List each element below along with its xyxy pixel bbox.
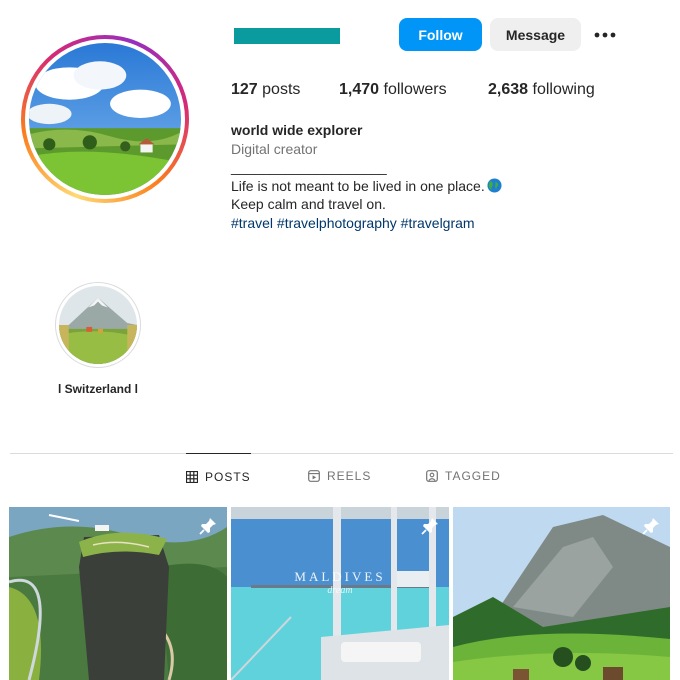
- highlight-frame: [55, 282, 141, 368]
- following-stat[interactable]: 2,638 following: [488, 81, 595, 99]
- post-thumbnail-mountains[interactable]: [453, 507, 670, 680]
- post-thumbnail-maldives[interactable]: MALDIVES dream: [231, 507, 449, 680]
- profile-bio: world wide explorer Digital creator ____…: [231, 121, 502, 232]
- grid-icon: [186, 470, 198, 483]
- highlight-image: [59, 286, 137, 364]
- globe-icon: [487, 177, 502, 193]
- tab-reels[interactable]: REELS: [308, 453, 371, 499]
- tab-posts[interactable]: POSTS: [186, 453, 251, 499]
- bio-line-1: Life is not meant to be lived in one pla…: [231, 177, 485, 194]
- bio-hashtags[interactable]: #travel #travelphotography #travelgram: [231, 214, 502, 233]
- posts-stat: 127 posts: [231, 81, 339, 99]
- post-thumbnail-cliff[interactable]: [9, 507, 227, 680]
- followers-stat[interactable]: 1,470 followers: [339, 81, 488, 99]
- followers-count: 1,470: [339, 81, 380, 98]
- follow-button[interactable]: Follow: [399, 18, 482, 51]
- avatar-image: [29, 43, 181, 195]
- tab-tagged[interactable]: TAGGED: [426, 453, 501, 499]
- tab-reels-label: REELS: [327, 469, 372, 483]
- posts-label: posts: [262, 81, 301, 98]
- username-redacted: [234, 28, 340, 44]
- tagged-icon: [426, 470, 438, 482]
- post-image: [9, 507, 227, 680]
- tab-posts-label: POSTS: [205, 469, 251, 484]
- profile-category: Digital creator: [231, 140, 318, 157]
- followers-label: followers: [383, 81, 447, 98]
- highlight-label: l Switzerland l: [57, 382, 138, 396]
- profile-avatar[interactable]: [21, 35, 189, 203]
- avatar-frame: [25, 39, 185, 199]
- following-count: 2,638: [488, 81, 529, 98]
- profile-stats: 127 posts 1,470 followers 2,638 followin…: [231, 81, 595, 99]
- pin-icon: [421, 518, 438, 535]
- pin-icon: [642, 518, 659, 535]
- post-overlay-title: MALDIVES: [294, 569, 386, 584]
- story-highlight-switzerland[interactable]: l Switzerland l: [40, 282, 156, 396]
- post-overlay-subtitle: dream: [327, 585, 353, 596]
- posts-count: 127: [231, 81, 258, 98]
- following-label: following: [532, 81, 595, 98]
- post-image: [453, 507, 670, 680]
- more-options-icon[interactable]: [592, 25, 618, 45]
- tab-tagged-label: TAGGED: [445, 469, 501, 483]
- bio-line-1-wrap: Life is not meant to be lived in one pla…: [231, 177, 502, 196]
- bio-line-2: Keep calm and travel on.: [231, 196, 386, 212]
- message-button[interactable]: Message: [490, 18, 581, 51]
- pin-icon: [199, 518, 216, 535]
- reels-icon: [308, 470, 320, 482]
- profile-name: world wide explorer: [231, 122, 363, 138]
- bio-divider-line: ____________________: [231, 159, 387, 175]
